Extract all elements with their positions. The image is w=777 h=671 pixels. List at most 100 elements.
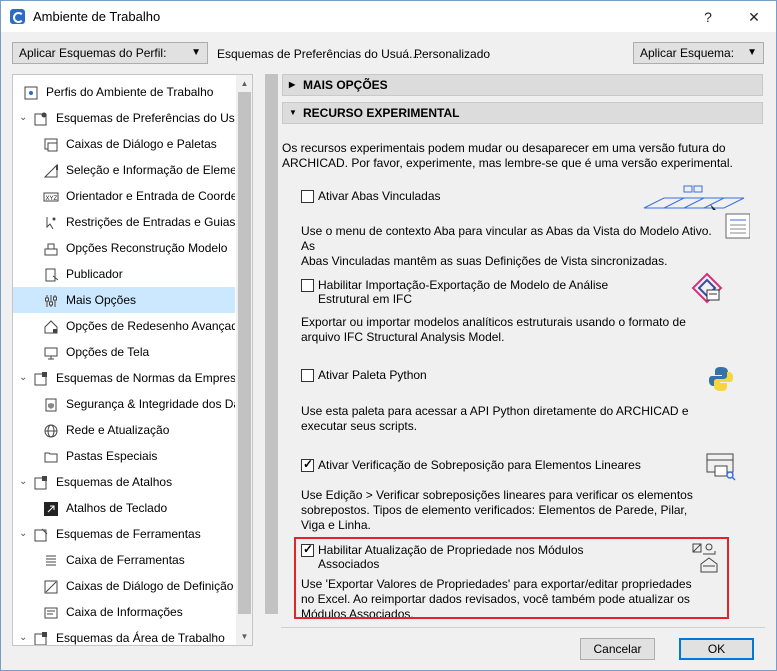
constraints-icon — [43, 214, 59, 230]
preferences-tree: Perfis do Ambiente de Trabalho ⌄ Esquemas … — [12, 74, 253, 646]
tree-item[interactable]: Caixa de Informações — [13, 599, 235, 625]
option-label-line: Habilitar Importação-Exportação de Model… — [318, 278, 609, 292]
option-label[interactable]: Ativar Abas Vinculadas — [318, 189, 441, 203]
tree-item[interactable]: Opções Reconstrução Modelo — [13, 235, 235, 261]
experimental-intro: Os recursos experimentais podem mudar ou… — [282, 141, 762, 171]
option-label-line: Ativar Paleta Python — [318, 368, 427, 382]
section-experimental[interactable]: ▼ RECURSO EXPERIMENTAL — [282, 102, 763, 124]
footer-divider — [281, 627, 765, 628]
keyboard-shortcut-icon — [43, 500, 59, 516]
apply-profile-schemes-button[interactable]: Aplicar Esquemas do Perfil: ▼ — [12, 42, 208, 64]
tree-item[interactable]: Rede e Atualização — [13, 417, 235, 443]
tree-item[interactable]: Mais Opções — [13, 287, 235, 313]
chevron-down-icon[interactable]: ⌄ — [19, 105, 27, 131]
tree-item[interactable]: Pastas Especiais — [13, 443, 235, 469]
tree-item[interactable]: Seleção e Informação de Element — [13, 157, 235, 183]
option-checkbox[interactable] — [301, 190, 314, 203]
ok-button[interactable]: OK — [679, 638, 754, 660]
option-description: Use esta paleta para acessar a API Pytho… — [301, 404, 721, 434]
description-line: Use esta paleta para acessar a API Pytho… — [301, 404, 689, 418]
tree-item[interactable]: Perfis do Ambiente de Trabalho — [13, 79, 235, 105]
tree-item-label: Opções de Redesenho Avançada — [66, 319, 235, 333]
option-label[interactable]: Ativar Paleta Python — [318, 368, 427, 382]
tree-item-label: Esquemas de Atalhos — [56, 475, 173, 489]
profiles-icon — [23, 84, 39, 100]
tree-item[interactable]: ⌄ Esquemas de Atalhos — [13, 469, 235, 495]
chevron-down-icon[interactable]: ⌄ — [19, 521, 27, 547]
intro-line: Os recursos experimentais podem mudar ou… — [282, 141, 726, 155]
tree-item-label: Mais Opções — [66, 293, 137, 307]
settings-dialogs-icon — [43, 578, 59, 594]
python-icon — [706, 364, 736, 397]
tree-item[interactable]: Segurança & Integridade dos Da — [13, 391, 235, 417]
chevron-down-icon: ▼ — [747, 47, 757, 58]
tree-item[interactable]: Caixas de Diálogo e Paletas — [13, 131, 235, 157]
tree-item[interactable]: ⌄ Esquemas de Normas da Empresa — [13, 365, 235, 391]
tree-item-label: Esquemas de Ferramentas — [56, 527, 201, 541]
tree-item[interactable]: ⌄ Esquemas da Área de Trabalho — [13, 625, 235, 645]
chevron-down-icon[interactable]: ⌄ — [19, 469, 27, 495]
tree-item[interactable]: Opções de Tela — [13, 339, 235, 365]
tree-item-label: Pastas Especiais — [66, 449, 158, 463]
tree-scrollbar[interactable]: ▲ ▼ — [236, 75, 252, 645]
scroll-thumb[interactable] — [238, 92, 251, 614]
tree-item[interactable]: ⌄ Esquemas de Preferências do Usuá — [13, 105, 235, 131]
tree-item[interactable]: ⌄ Esquemas de Ferramentas — [13, 521, 235, 547]
svg-text:XYZ: XYZ — [46, 196, 58, 202]
option-checkbox[interactable] — [301, 457, 314, 472]
options-scrollbar[interactable] — [263, 74, 280, 626]
title-bar: Ambiente de Trabalho ? ✕ — [1, 1, 776, 32]
apply-scheme-button[interactable]: Aplicar Esquema: ▼ — [633, 42, 764, 64]
option-label[interactable]: Habilitar Importação-Exportação de Model… — [318, 278, 608, 306]
option-checkbox[interactable] — [301, 279, 314, 292]
scroll-thumb[interactable] — [265, 74, 278, 614]
description-line: arquivo IFC Structural Analysis Model. — [301, 330, 505, 344]
section-more-options-label: MAIS OPÇÕES — [303, 78, 388, 92]
security-icon — [43, 396, 59, 412]
tree-item-label: Opções de Tela — [66, 345, 150, 359]
selection-info-icon — [43, 162, 59, 178]
chevron-down-icon[interactable]: ⌄ — [19, 625, 27, 645]
option-label[interactable]: Ativar Verificação de Sobreposição para … — [318, 458, 641, 472]
info-box-icon — [43, 604, 59, 620]
tree-item[interactable]: Publicador — [13, 261, 235, 287]
intro-line: ARCHICAD. Por favor, experimente, mas le… — [282, 156, 733, 170]
tree-item-label: Caixa de Ferramentas — [66, 553, 185, 567]
option-checkbox[interactable] — [301, 369, 314, 382]
description-line: Abas Vinculadas mantêm as suas Definiçõe… — [301, 254, 668, 268]
scheme-value: Personalizado — [414, 47, 491, 61]
tree-item[interactable]: Restrições de Entradas e Guias — [13, 209, 235, 235]
tree-item[interactable]: Caixas de Diálogo de Definição d — [13, 573, 235, 599]
ifc-icon — [691, 272, 723, 307]
tree-item-label: Perfis do Ambiente de Trabalho — [46, 85, 214, 99]
option-label-line: Ativar Abas Vinculadas — [318, 189, 441, 203]
tree-item-label: Segurança & Integridade dos Da — [66, 397, 235, 411]
description-line: Use Edição > Verificar sobreposições lin… — [301, 488, 693, 502]
tree-item-label: Caixas de Diálogo e Paletas — [66, 137, 217, 151]
tree-item[interactable]: XYZ Orientador e Entrada de Coorder — [13, 183, 235, 209]
section-more-options[interactable]: ▶ MAIS OPÇÕES — [282, 74, 763, 96]
scroll-up-icon[interactable]: ▲ — [236, 75, 252, 92]
scroll-down-icon[interactable]: ▼ — [236, 628, 252, 645]
chevron-down-icon[interactable]: ⌄ — [19, 365, 27, 391]
tree-item-label: Orientador e Entrada de Coorder — [66, 189, 235, 203]
network-icon — [43, 422, 59, 438]
tree-item[interactable]: Caixa de Ferramentas — [13, 547, 235, 573]
collapse-triangle-icon: ▼ — [289, 108, 297, 117]
toolbar: Aplicar Esquemas do Perfil: ▼ Esquemas d… — [1, 32, 776, 74]
workspace-scheme-icon — [33, 630, 49, 645]
dialog-window: Ambiente de Trabalho ? ✕ Aplicar Esquema… — [0, 0, 777, 671]
help-button[interactable]: ? — [698, 7, 718, 27]
description-line: sobrepostos. Tipos de elemento verificad… — [301, 503, 688, 517]
expand-triangle-icon: ▶ — [289, 80, 296, 89]
tree-item[interactable]: Opções de Redesenho Avançada — [13, 313, 235, 339]
cancel-button[interactable]: Cancelar — [580, 638, 655, 660]
tree-item-label: Rede e Atualização — [66, 423, 170, 437]
close-button[interactable]: ✕ — [744, 7, 764, 27]
toolbox-icon — [43, 552, 59, 568]
more-options-icon — [43, 292, 59, 308]
tree-item-label: Seleção e Informação de Element — [66, 163, 235, 177]
publisher-icon — [43, 266, 59, 282]
tree-item[interactable]: Atalhos de Teclado — [13, 495, 235, 521]
tree-item-label: Esquemas de Preferências do Usuá — [56, 111, 235, 125]
